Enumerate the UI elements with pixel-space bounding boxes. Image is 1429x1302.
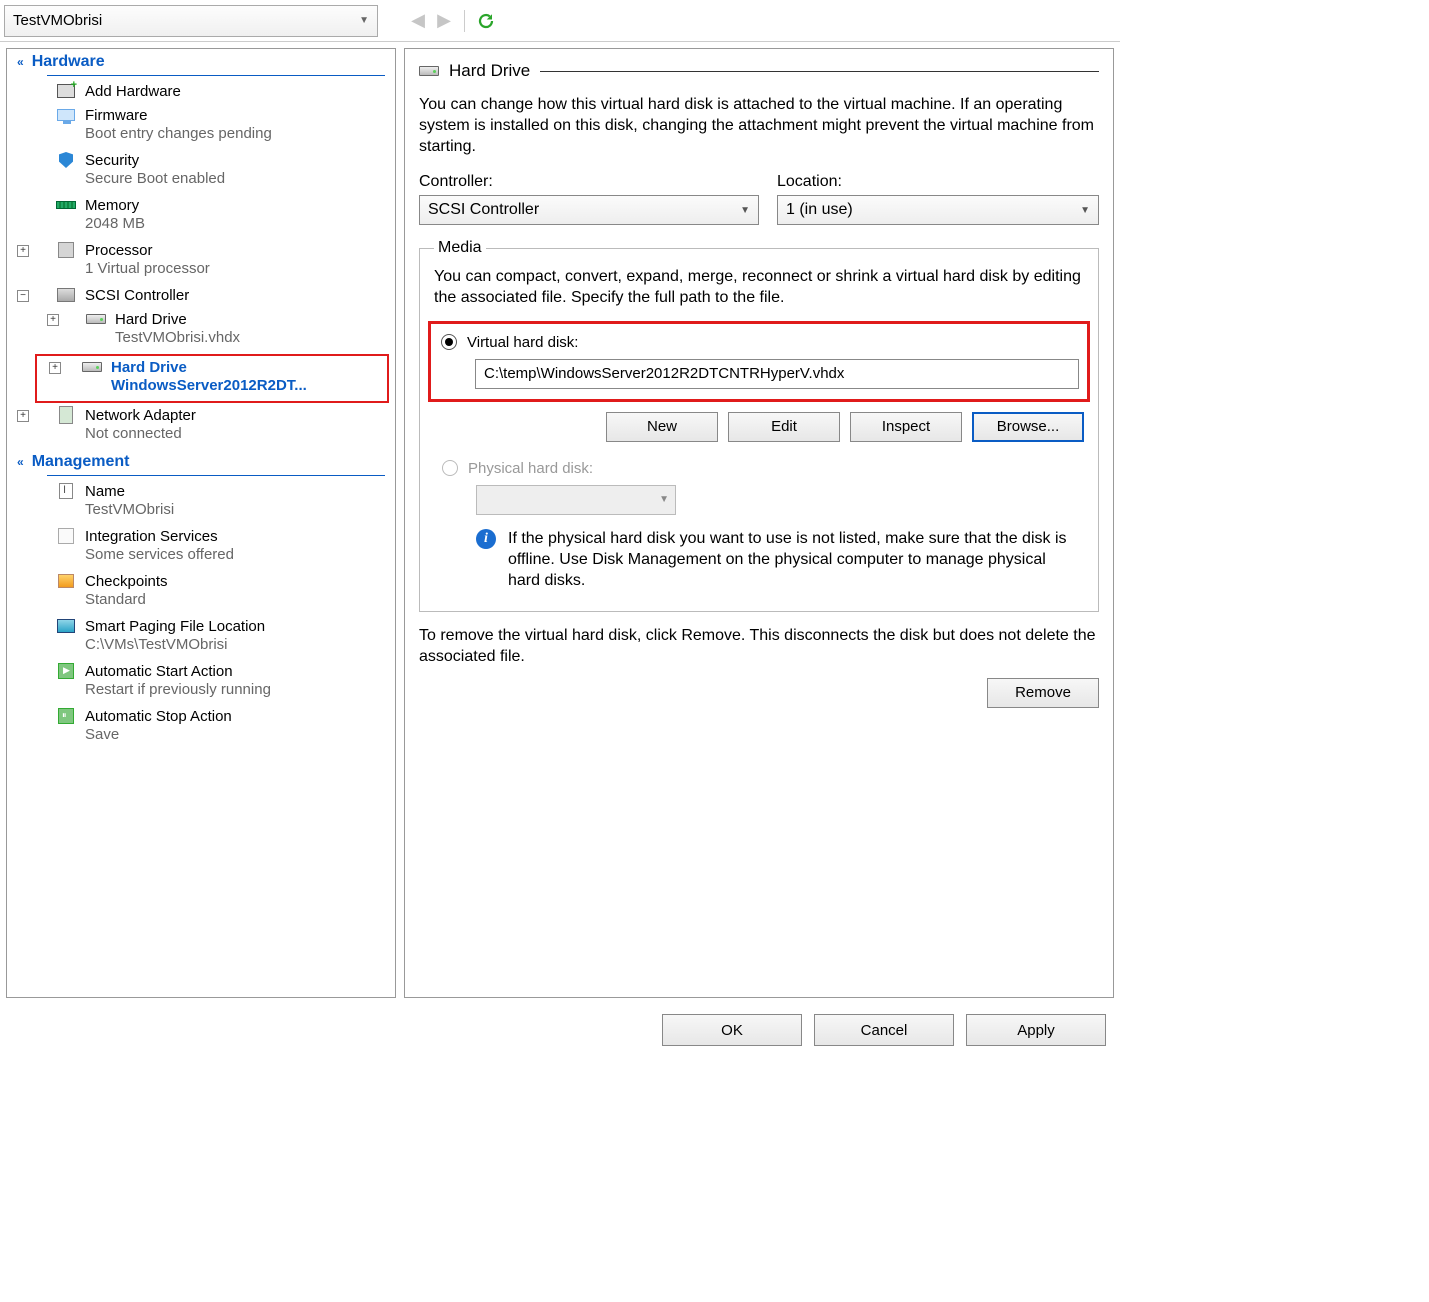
cancel-button[interactable]: Cancel: [814, 1014, 954, 1046]
tree-hard-drive-2[interactable]: + Hard Drive WindowsServer2012R2DT...: [37, 356, 387, 401]
chevron-down-icon: ▼: [1080, 205, 1090, 216]
network-icon: [59, 406, 73, 424]
controller-select[interactable]: SCSI Controller ▼: [419, 195, 759, 225]
detail-title: Hard Drive: [449, 61, 530, 81]
tree-scsi[interactable]: − SCSI Controller: [7, 284, 395, 308]
expand-icon[interactable]: +: [47, 314, 59, 326]
apply-button[interactable]: Apply: [966, 1014, 1106, 1046]
tree-network-adapter[interactable]: + Network Adapter Not connected: [7, 404, 395, 449]
vhd-label: Virtual hard disk:: [467, 334, 578, 351]
integration-icon: [58, 528, 74, 544]
expand-icon[interactable]: +: [17, 410, 29, 422]
collapse-icon: «: [17, 55, 24, 69]
expand-icon[interactable]: +: [49, 362, 61, 374]
edit-button[interactable]: Edit: [728, 412, 840, 442]
chevron-down-icon: ▼: [359, 15, 369, 26]
tree-integration-services[interactable]: Integration Services Some services offer…: [7, 525, 395, 570]
settings-detail-pane: Hard Drive You can change how this virtu…: [404, 48, 1114, 998]
tree-auto-start[interactable]: Automatic Start Action Restart if previo…: [7, 660, 395, 705]
phd-label: Physical hard disk:: [468, 460, 593, 477]
tree-smart-paging[interactable]: Smart Paging File Location C:\VMs\TestVM…: [7, 615, 395, 660]
hardware-section-header[interactable]: « Hardware: [7, 49, 395, 73]
shield-icon: [59, 152, 73, 168]
vm-name: TestVMObrisi: [13, 12, 102, 29]
chevron-down-icon: ▼: [740, 205, 750, 216]
new-button[interactable]: New: [606, 412, 718, 442]
tree-add-hardware[interactable]: Add Hardware: [7, 80, 395, 104]
settings-tree: « Hardware Add Hardware Firmware Boot en…: [6, 48, 396, 998]
media-description: You can compact, convert, expand, merge,…: [434, 267, 1084, 309]
controller-label: Controller:: [419, 173, 759, 191]
autostart-icon: [58, 663, 74, 679]
nav-forward-icon: ▶: [434, 11, 454, 31]
ok-button[interactable]: OK: [662, 1014, 802, 1046]
tree-auto-stop[interactable]: Automatic Stop Action Save: [7, 705, 395, 750]
virtual-hard-disk-radio[interactable]: [441, 334, 457, 350]
media-fieldset: Media You can compact, convert, expand, …: [419, 239, 1099, 612]
physical-disk-info: If the physical hard disk you want to us…: [508, 529, 1074, 591]
cpu-icon: [58, 242, 74, 258]
toolbar-divider: [464, 10, 465, 32]
remove-description: To remove the virtual hard disk, click R…: [419, 626, 1099, 668]
tree-memory[interactable]: Memory 2048 MB: [7, 194, 395, 239]
tree-firmware[interactable]: Firmware Boot entry changes pending: [7, 104, 395, 149]
tree-processor[interactable]: + Processor 1 Virtual processor: [7, 239, 395, 284]
management-section-header[interactable]: « Management: [7, 449, 395, 473]
vhd-path-input[interactable]: [475, 359, 1079, 389]
remove-button[interactable]: Remove: [987, 678, 1099, 708]
info-icon: i: [476, 529, 496, 549]
physical-hard-disk-radio[interactable]: [442, 460, 458, 476]
hdd-icon: [419, 66, 439, 76]
tree-hard-drive-1[interactable]: + Hard Drive TestVMObrisi.vhdx: [29, 308, 395, 353]
tree-security[interactable]: Security Secure Boot enabled: [7, 149, 395, 194]
scsi-icon: [57, 288, 75, 302]
autostop-icon: [58, 708, 74, 724]
vm-selector[interactable]: TestVMObrisi ▼: [4, 5, 378, 37]
collapse-icon: «: [17, 455, 24, 469]
hdd-icon: [86, 314, 106, 324]
checkpoint-icon: [58, 574, 74, 588]
add-hardware-icon: [57, 84, 75, 98]
browse-button[interactable]: Browse...: [972, 412, 1084, 442]
physical-disk-select: ▼: [476, 485, 676, 515]
monitor-icon: [57, 109, 75, 121]
refresh-button[interactable]: [475, 10, 497, 32]
memory-icon: [56, 201, 76, 209]
refresh-icon: [477, 12, 495, 30]
detail-description: You can change how this virtual hard dis…: [419, 95, 1099, 157]
name-icon: [59, 483, 73, 499]
location-select[interactable]: 1 (in use) ▼: [777, 195, 1099, 225]
hdd-icon: [82, 362, 102, 372]
tree-name[interactable]: Name TestVMObrisi: [7, 480, 395, 525]
chevron-down-icon: ▼: [659, 494, 669, 505]
paging-icon: [57, 619, 75, 633]
inspect-button[interactable]: Inspect: [850, 412, 962, 442]
nav-back-icon: ◀: [408, 11, 428, 31]
expand-icon[interactable]: +: [17, 245, 29, 257]
location-label: Location:: [777, 173, 1099, 191]
collapse-icon[interactable]: −: [17, 290, 29, 302]
tree-checkpoints[interactable]: Checkpoints Standard: [7, 570, 395, 615]
media-legend: Media: [434, 239, 486, 257]
